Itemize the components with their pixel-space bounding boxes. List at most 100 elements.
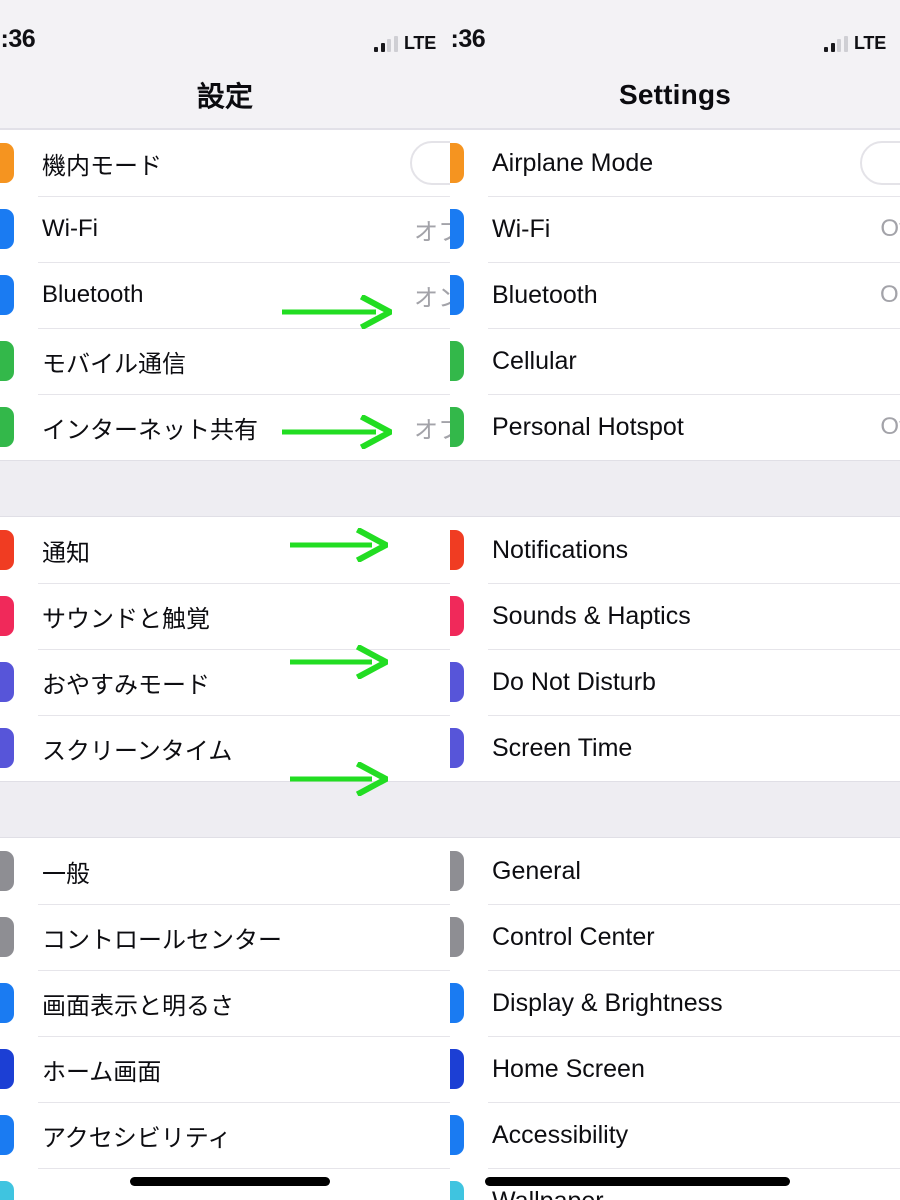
settings-row[interactable]: コントロールセンター [0, 904, 450, 970]
settings-row-label: Sounds & Haptics [492, 601, 691, 630]
settings-row-label: Bluetooth [42, 281, 144, 308]
settings-row-label: General [492, 856, 581, 885]
settings-row-label: 画面表示と明るさ [42, 992, 234, 1020]
settings-row-label: おやすみモード [42, 671, 210, 699]
settings-row[interactable]: Control Center [450, 904, 900, 970]
settings-row-label: Notifications [492, 535, 629, 564]
settings-row-label: Control Center [492, 922, 655, 951]
settings-row[interactable]: Home Screen [450, 1036, 900, 1102]
settings-row-icon [450, 341, 464, 381]
settings-row[interactable]: Wi-Fi Off [450, 196, 900, 262]
settings-row-icon [450, 407, 464, 447]
settings-row-icon [450, 917, 464, 957]
navigation-bar: Settings [450, 62, 900, 130]
settings-row[interactable]: Display & Brightness [450, 970, 900, 1036]
settings-row-icon [0, 1049, 14, 1089]
settings-row[interactable]: インターネット共有 オフ [0, 394, 450, 460]
settings-row[interactable]: 機内モード [0, 130, 450, 196]
settings-row-label: 一般 [42, 860, 90, 888]
settings-row-label: Wi-Fi [492, 214, 551, 243]
settings-row[interactable]: Bluetooth オン [0, 262, 450, 328]
settings-row[interactable]: General [450, 838, 900, 904]
settings-row[interactable]: サウンドと触覚 [0, 583, 450, 649]
settings-row-value: オフ [414, 416, 450, 444]
settings-row-icon [450, 728, 464, 768]
settings-row-label: Do Not Disturb [492, 667, 656, 696]
status-bar-indicators: LTE [824, 34, 886, 52]
settings-row-label: Airplane Mode [492, 148, 654, 177]
status-bar-time: |:36 [450, 25, 486, 53]
settings-row[interactable]: 通知 [0, 517, 450, 583]
list-group-separator [450, 460, 900, 517]
settings-row-icon [0, 662, 14, 702]
settings-row-icon [0, 1181, 14, 1200]
home-indicator [485, 1177, 790, 1186]
toggle-switch[interactable] [410, 141, 450, 185]
settings-row-value: On [879, 281, 900, 308]
settings-row-icon [0, 596, 14, 636]
settings-row-icon [0, 275, 14, 315]
settings-row-icon [450, 530, 464, 570]
settings-row-label: Home Screen [492, 1054, 645, 1083]
settings-row[interactable]: Sounds & Haptics [450, 583, 900, 649]
navigation-bar: 設定 [0, 62, 450, 130]
settings-row-icon [450, 851, 464, 891]
settings-row[interactable]: Wi-Fi オフ [0, 196, 450, 262]
settings-row[interactable]: Notifications [450, 517, 900, 583]
settings-row[interactable]: Do Not Disturb [450, 649, 900, 715]
settings-row[interactable]: ホーム画面 [0, 1036, 450, 1102]
list-group-separator [450, 781, 900, 838]
network-type-label: LTE [403, 33, 436, 53]
cellular-signal-icon [824, 36, 848, 52]
settings-row-label: Wallpaper [492, 1187, 604, 1200]
settings-row[interactable]: モバイル通信 [0, 328, 450, 394]
settings-row-label: コントロールセンター [42, 926, 282, 954]
settings-row-icon [450, 143, 464, 183]
settings-row-icon [0, 143, 14, 183]
settings-row[interactable]: 画面表示と明るさ [0, 970, 450, 1036]
settings-row[interactable]: スクリーンタイム [0, 715, 450, 781]
settings-row-label: 機内モード [42, 152, 162, 180]
settings-row-value: Off [880, 215, 900, 242]
cellular-signal-icon [374, 36, 398, 52]
settings-row-icon [0, 341, 14, 381]
settings-row-value: Off [880, 413, 900, 440]
settings-row-label: Cellular [492, 346, 577, 375]
settings-row-label: Bluetooth [492, 280, 598, 309]
settings-row-icon [450, 1115, 464, 1155]
settings-row-label: Display & Brightness [492, 988, 723, 1017]
settings-row[interactable]: Cellular [450, 328, 900, 394]
settings-row-icon [450, 209, 464, 249]
settings-row-icon [0, 1115, 14, 1155]
settings-row-label: サウンドと触覚 [42, 605, 210, 633]
settings-row[interactable]: Airplane Mode [450, 130, 900, 196]
settings-row-label: Accessibility [492, 1120, 629, 1149]
settings-row-icon [450, 983, 464, 1023]
list-group-separator [0, 781, 450, 838]
settings-row-icon [450, 596, 464, 636]
settings-row-label: スクリーンタイム [42, 737, 233, 765]
settings-row-label: アクセシビリティ [42, 1124, 232, 1152]
settings-row[interactable]: Accessibility [450, 1102, 900, 1168]
screenshot-panel-japanese: |:36 LTE 設定 機内モード Wi-Fi オフ Bluetooth オンモバイル通… [0, 0, 450, 1200]
settings-row-value: オン [414, 284, 450, 312]
settings-row[interactable]: Personal Hotspot Off [450, 394, 900, 460]
status-bar-indicators: LTE [374, 34, 436, 52]
settings-row-label: インターネット共有 [42, 416, 258, 444]
settings-row[interactable]: 一般 [0, 838, 450, 904]
settings-row-label: Screen Time [492, 733, 633, 762]
settings-row-icon [0, 407, 14, 447]
settings-row[interactable]: おやすみモード [0, 649, 450, 715]
settings-row-label: ホーム画面 [42, 1058, 162, 1086]
settings-row-icon [0, 917, 14, 957]
status-bar-time: |:36 [0, 25, 36, 53]
settings-row[interactable]: Screen Time [450, 715, 900, 781]
settings-row-label: モバイル通信 [42, 350, 186, 378]
settings-row[interactable]: Bluetooth On [450, 262, 900, 328]
settings-list-english: Airplane Mode Wi-Fi Off Bluetooth On Cellular… [450, 130, 900, 1200]
settings-row[interactable]: アクセシビリティ [0, 1102, 450, 1168]
toggle-switch[interactable] [860, 141, 900, 185]
settings-row-value: オフ [414, 218, 450, 246]
settings-row-icon [0, 851, 14, 891]
settings-row-icon [450, 662, 464, 702]
